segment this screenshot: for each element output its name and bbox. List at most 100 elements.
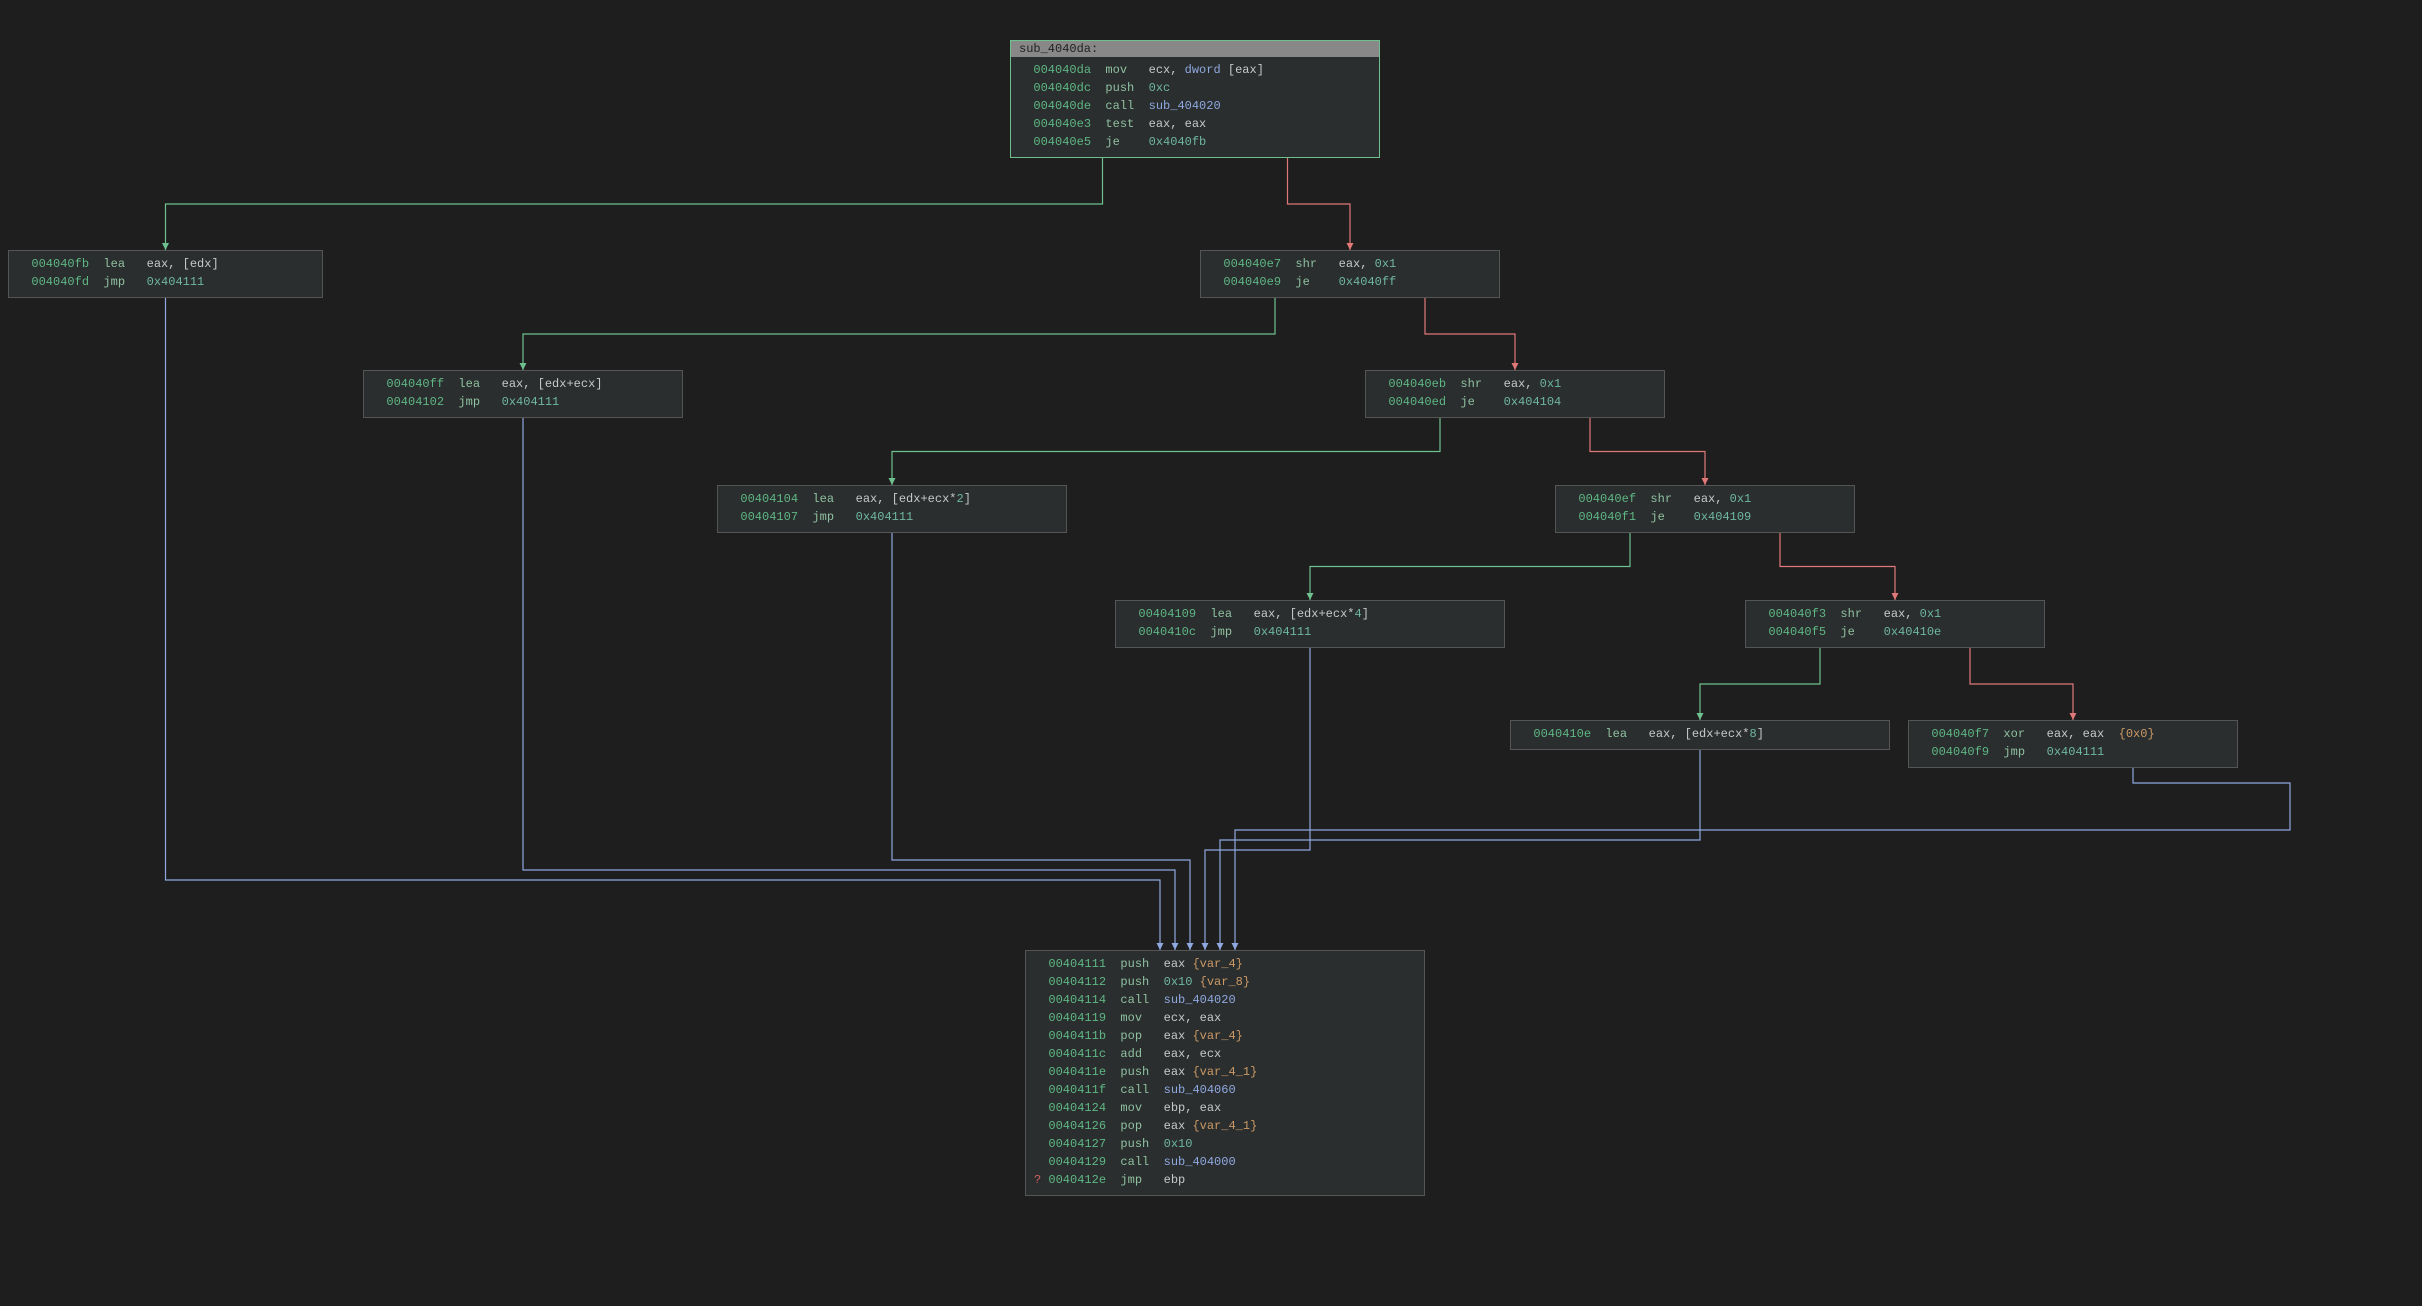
asm-line[interactable]: 00404114 call sub_404020 [1034, 991, 1416, 1009]
asm-line[interactable]: 004040e7 shr eax, 0x1 [1209, 255, 1491, 273]
asm-line[interactable]: 004040e9 je 0x4040ff [1209, 273, 1491, 291]
block-body: 004040da mov ecx, dword [eax] 004040dc p… [1011, 57, 1379, 157]
block-b_104[interactable]: 00404104 lea eax, [edx+ecx*2] 00404107 j… [717, 485, 1067, 533]
line-prefix [1034, 993, 1048, 1007]
addr: 004040e9 [1223, 275, 1281, 289]
block-body: 00404104 lea eax, [edx+ecx*2] 00404107 j… [718, 486, 1066, 532]
block-b_f3[interactable]: 004040f3 shr eax, 0x1 004040f5 je 0x4041… [1745, 600, 2045, 648]
asm-line[interactable]: 004040f1 je 0x404109 [1564, 508, 1846, 526]
addr: 004040f3 [1768, 607, 1826, 621]
asm-line[interactable]: 004040fb lea eax, [edx] [17, 255, 314, 273]
asm-line[interactable]: 004040f7 xor eax, eax {0x0} [1917, 725, 2229, 743]
asm-line[interactable]: 004040ff lea eax, [edx+ecx] [372, 375, 674, 393]
block-b_f7[interactable]: 004040f7 xor eax, eax {0x0} 004040f9 jmp… [1908, 720, 2238, 768]
addr: 004040f5 [1768, 625, 1826, 639]
operand: sub_404020 [1164, 993, 1236, 1007]
asm-line[interactable]: 004040e5 je 0x4040fb [1019, 133, 1371, 151]
mnemonic: push [1120, 975, 1163, 989]
operand: ecx, [1149, 63, 1185, 77]
addr: 0040411f [1048, 1083, 1106, 1097]
block-b_ff[interactable]: 004040ff lea eax, [edx+ecx] 00404102 jmp… [363, 370, 683, 418]
asm-line[interactable]: 00404119 mov ecx, eax [1034, 1009, 1416, 1027]
operand: eax, [ [1649, 727, 1692, 741]
asm-line[interactable]: 00404102 jmp 0x404111 [372, 393, 674, 411]
asm-line[interactable]: 00404129 call sub_404000 [1034, 1153, 1416, 1171]
asm-line[interactable]: 0040411f call sub_404060 [1034, 1081, 1416, 1099]
asm-line[interactable]: 004040f5 je 0x40410e [1754, 623, 2036, 641]
addr: 00404111 [1048, 957, 1106, 971]
mnemonic: lea [458, 377, 501, 391]
operand: 0x1 [1375, 257, 1397, 271]
edge-b_e7-b_ff [523, 298, 1275, 370]
asm-line[interactable]: 004040de call sub_404020 [1019, 97, 1371, 115]
mnemonic: mov [1105, 63, 1148, 77]
line-prefix [1374, 395, 1388, 409]
asm-line[interactable]: 004040fd jmp 0x404111 [17, 273, 314, 291]
mnemonic: jmp [812, 510, 855, 524]
line-prefix [1034, 1101, 1048, 1115]
asm-line[interactable]: 004040e3 test eax, eax [1019, 115, 1371, 133]
mnemonic: lea [1605, 727, 1648, 741]
line-prefix [372, 377, 386, 391]
asm-line[interactable]: 0040411e push eax {var_4_1} [1034, 1063, 1416, 1081]
operand: edx [545, 377, 567, 391]
block-b_e7[interactable]: 004040e7 shr eax, 0x1 004040e9 je 0x4040… [1200, 250, 1500, 298]
asm-line[interactable]: 00404104 lea eax, [edx+ecx*2] [726, 490, 1058, 508]
asm-line[interactable]: 00404107 jmp 0x404111 [726, 508, 1058, 526]
asm-line[interactable]: 0040410c jmp 0x404111 [1124, 623, 1496, 641]
asm-line[interactable]: 00404126 pop eax {var_4_1} [1034, 1117, 1416, 1135]
block-body: 004040e7 shr eax, 0x1 004040e9 je 0x4040… [1201, 251, 1499, 297]
operand: ] [1757, 727, 1764, 741]
mnemonic: xor [2003, 727, 2046, 741]
asm-line[interactable]: 004040dc push 0xc [1019, 79, 1371, 97]
block-b_111[interactable]: 00404111 push eax {var_4} 00404112 push … [1025, 950, 1425, 1196]
mnemonic: call [1105, 99, 1148, 113]
line-prefix [1019, 99, 1033, 113]
asm-line[interactable]: ? 0040412e jmp ebp [1034, 1171, 1416, 1189]
operand: eax, [1884, 607, 1920, 621]
asm-line[interactable]: 004040eb shr eax, 0x1 [1374, 375, 1656, 393]
mnemonic: shr [1295, 257, 1338, 271]
line-prefix [1209, 275, 1223, 289]
line-prefix [1124, 607, 1138, 621]
asm-line[interactable]: 00404127 push 0x10 [1034, 1135, 1416, 1153]
mnemonic: jmp [103, 275, 146, 289]
addr: 004040e7 [1223, 257, 1281, 271]
block-b_fb[interactable]: 004040fb lea eax, [edx] 004040fd jmp 0x4… [8, 250, 323, 298]
line-prefix [1034, 975, 1048, 989]
asm-line[interactable]: 004040f3 shr eax, 0x1 [1754, 605, 2036, 623]
operand: 0x1 [1540, 377, 1562, 391]
asm-line[interactable]: 004040ed je 0x404104 [1374, 393, 1656, 411]
operand: eax, [1339, 257, 1375, 271]
block-b_109[interactable]: 00404109 lea eax, [edx+ecx*4] 0040410c j… [1115, 600, 1505, 648]
block-b_10e[interactable]: 0040410e lea eax, [edx+ecx*8] [1510, 720, 1890, 750]
line-prefix [1034, 1155, 1048, 1169]
edge-b_ef-b_109 [1310, 533, 1630, 600]
block-b_eb[interactable]: 004040eb shr eax, 0x1 004040ed je 0x4041… [1365, 370, 1665, 418]
mnemonic: test [1105, 117, 1148, 131]
asm-line[interactable]: 004040f9 jmp 0x404111 [1917, 743, 2229, 761]
asm-line[interactable]: 004040ef shr eax, 0x1 [1564, 490, 1846, 508]
asm-line[interactable]: 004040da mov ecx, dword [eax] [1019, 61, 1371, 79]
edge-root-b_fb [166, 158, 1103, 250]
asm-line[interactable]: 00404109 lea eax, [edx+ecx*4] [1124, 605, 1496, 623]
asm-line[interactable]: 00404124 mov ebp, eax [1034, 1099, 1416, 1117]
asm-line[interactable]: 00404112 push 0x10 {var_8} [1034, 973, 1416, 991]
line-prefix [1754, 607, 1768, 621]
operand: eax [1164, 1119, 1193, 1133]
line-prefix [1019, 135, 1033, 149]
asm-line[interactable]: 0040411c add eax, ecx [1034, 1045, 1416, 1063]
operand: {var_4} [1192, 957, 1242, 971]
operand: 0x10 [1164, 1137, 1193, 1151]
operand: dword [1185, 63, 1221, 77]
block-root[interactable]: sub_4040da: 004040da mov ecx, dword [eax… [1010, 40, 1380, 158]
operand: sub_404060 [1164, 1083, 1236, 1097]
asm-line[interactable]: 0040410e lea eax, [edx+ecx*8] [1519, 725, 1881, 743]
block-b_ef[interactable]: 004040ef shr eax, 0x1 004040f1 je 0x4041… [1555, 485, 1855, 533]
addr: 004040de [1033, 99, 1091, 113]
operand: 0x404111 [502, 395, 560, 409]
line-prefix [1019, 63, 1033, 77]
asm-line[interactable]: 00404111 push eax {var_4} [1034, 955, 1416, 973]
asm-line[interactable]: 0040411b pop eax {var_4} [1034, 1027, 1416, 1045]
line-prefix [1034, 1065, 1048, 1079]
